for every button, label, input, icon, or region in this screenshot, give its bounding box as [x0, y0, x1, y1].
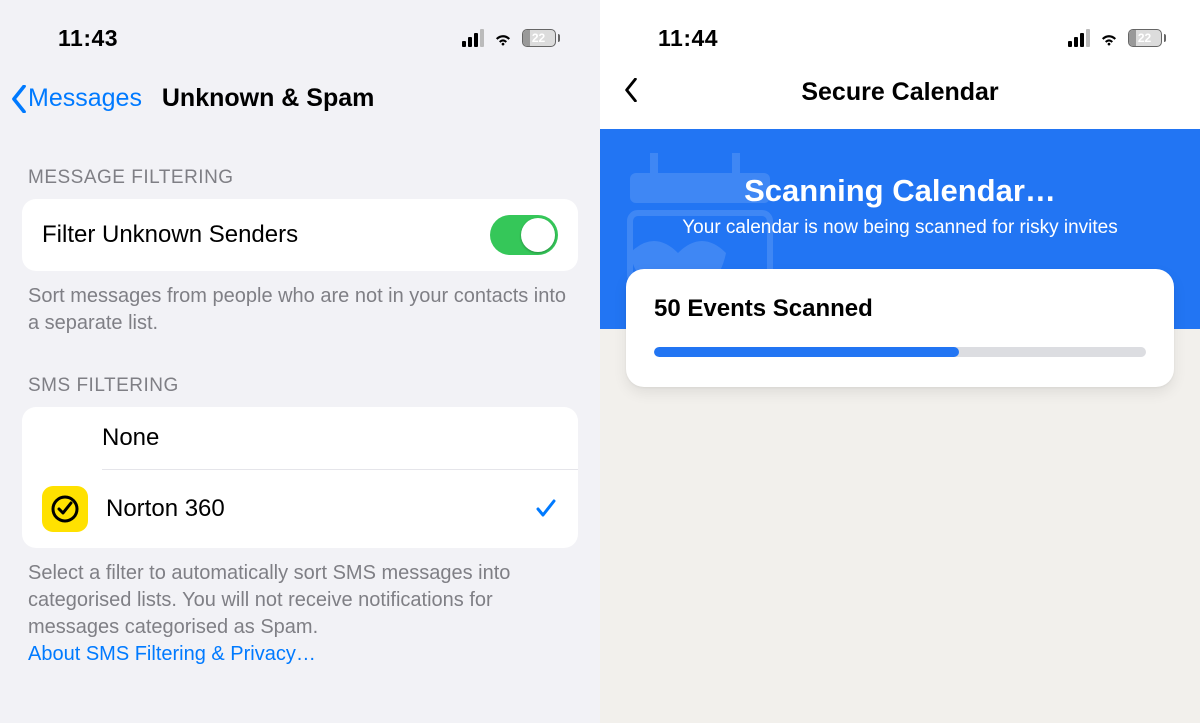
status-time: 11:44 — [658, 25, 718, 52]
option-label: Norton 360 — [106, 495, 516, 523]
wifi-icon — [1098, 30, 1120, 46]
row-filter-unknown-senders[interactable]: Filter Unknown Senders — [22, 199, 578, 271]
back-button[interactable] — [624, 78, 638, 107]
section-footer-text: Sort messages from people who are not in… — [22, 271, 578, 337]
section-message-filtering: MESSAGE FILTERING Filter Unknown Senders… — [0, 167, 600, 337]
nav-bar: Messages Unknown & Spam — [0, 60, 600, 123]
back-label: Messages — [28, 84, 142, 113]
cellular-icon — [462, 29, 484, 47]
card: Filter Unknown Senders — [22, 199, 578, 271]
status-bar: 11:43 22 — [0, 0, 600, 60]
page-title: Secure Calendar — [801, 78, 998, 107]
nav-bar: Secure Calendar — [600, 60, 1200, 115]
checkmark-icon — [534, 497, 558, 521]
option-label: None — [102, 424, 558, 452]
cellular-icon — [1068, 29, 1090, 47]
progress-bar — [654, 347, 1146, 357]
page-title: Unknown & Spam — [162, 84, 375, 113]
status-indicators: 22 — [462, 29, 561, 47]
card: None Norton 360 — [22, 407, 578, 548]
status-time: 11:43 — [58, 25, 118, 52]
section-header: SMS FILTERING — [22, 375, 578, 407]
secure-calendar-screen: 11:44 22 Secure Calendar — [600, 0, 1200, 723]
chevron-left-icon — [10, 85, 28, 113]
wifi-icon — [492, 30, 514, 46]
toggle-filter-unknown-senders[interactable] — [490, 215, 558, 255]
section-header: MESSAGE FILTERING — [22, 167, 578, 199]
battery-icon: 22 — [1128, 29, 1167, 47]
sms-filter-option-none[interactable]: None — [22, 407, 578, 469]
chevron-left-icon — [624, 78, 638, 102]
settings-unknown-spam-screen: 11:43 22 Messages Unknown & Spam MESSAGE… — [0, 0, 600, 723]
progress-fill — [654, 347, 959, 357]
row-label: Filter Unknown Senders — [42, 221, 490, 249]
norton-icon — [42, 486, 88, 532]
section-footer-text: Select a filter to automatically sort SM… — [22, 548, 578, 668]
section-sms-filtering: SMS FILTERING None Norton 360 Select a f… — [0, 375, 600, 668]
battery-icon: 22 — [522, 29, 561, 47]
sms-filter-option-norton[interactable]: Norton 360 — [22, 470, 578, 548]
status-indicators: 22 — [1068, 29, 1167, 47]
back-button[interactable]: Messages — [10, 84, 142, 113]
scan-progress-card: 50 Events Scanned — [626, 269, 1174, 387]
about-sms-filtering-link[interactable]: About SMS Filtering & Privacy… — [28, 643, 316, 665]
scan-count-label: 50 Events Scanned — [654, 295, 1146, 323]
status-bar: 11:44 22 — [600, 0, 1200, 60]
